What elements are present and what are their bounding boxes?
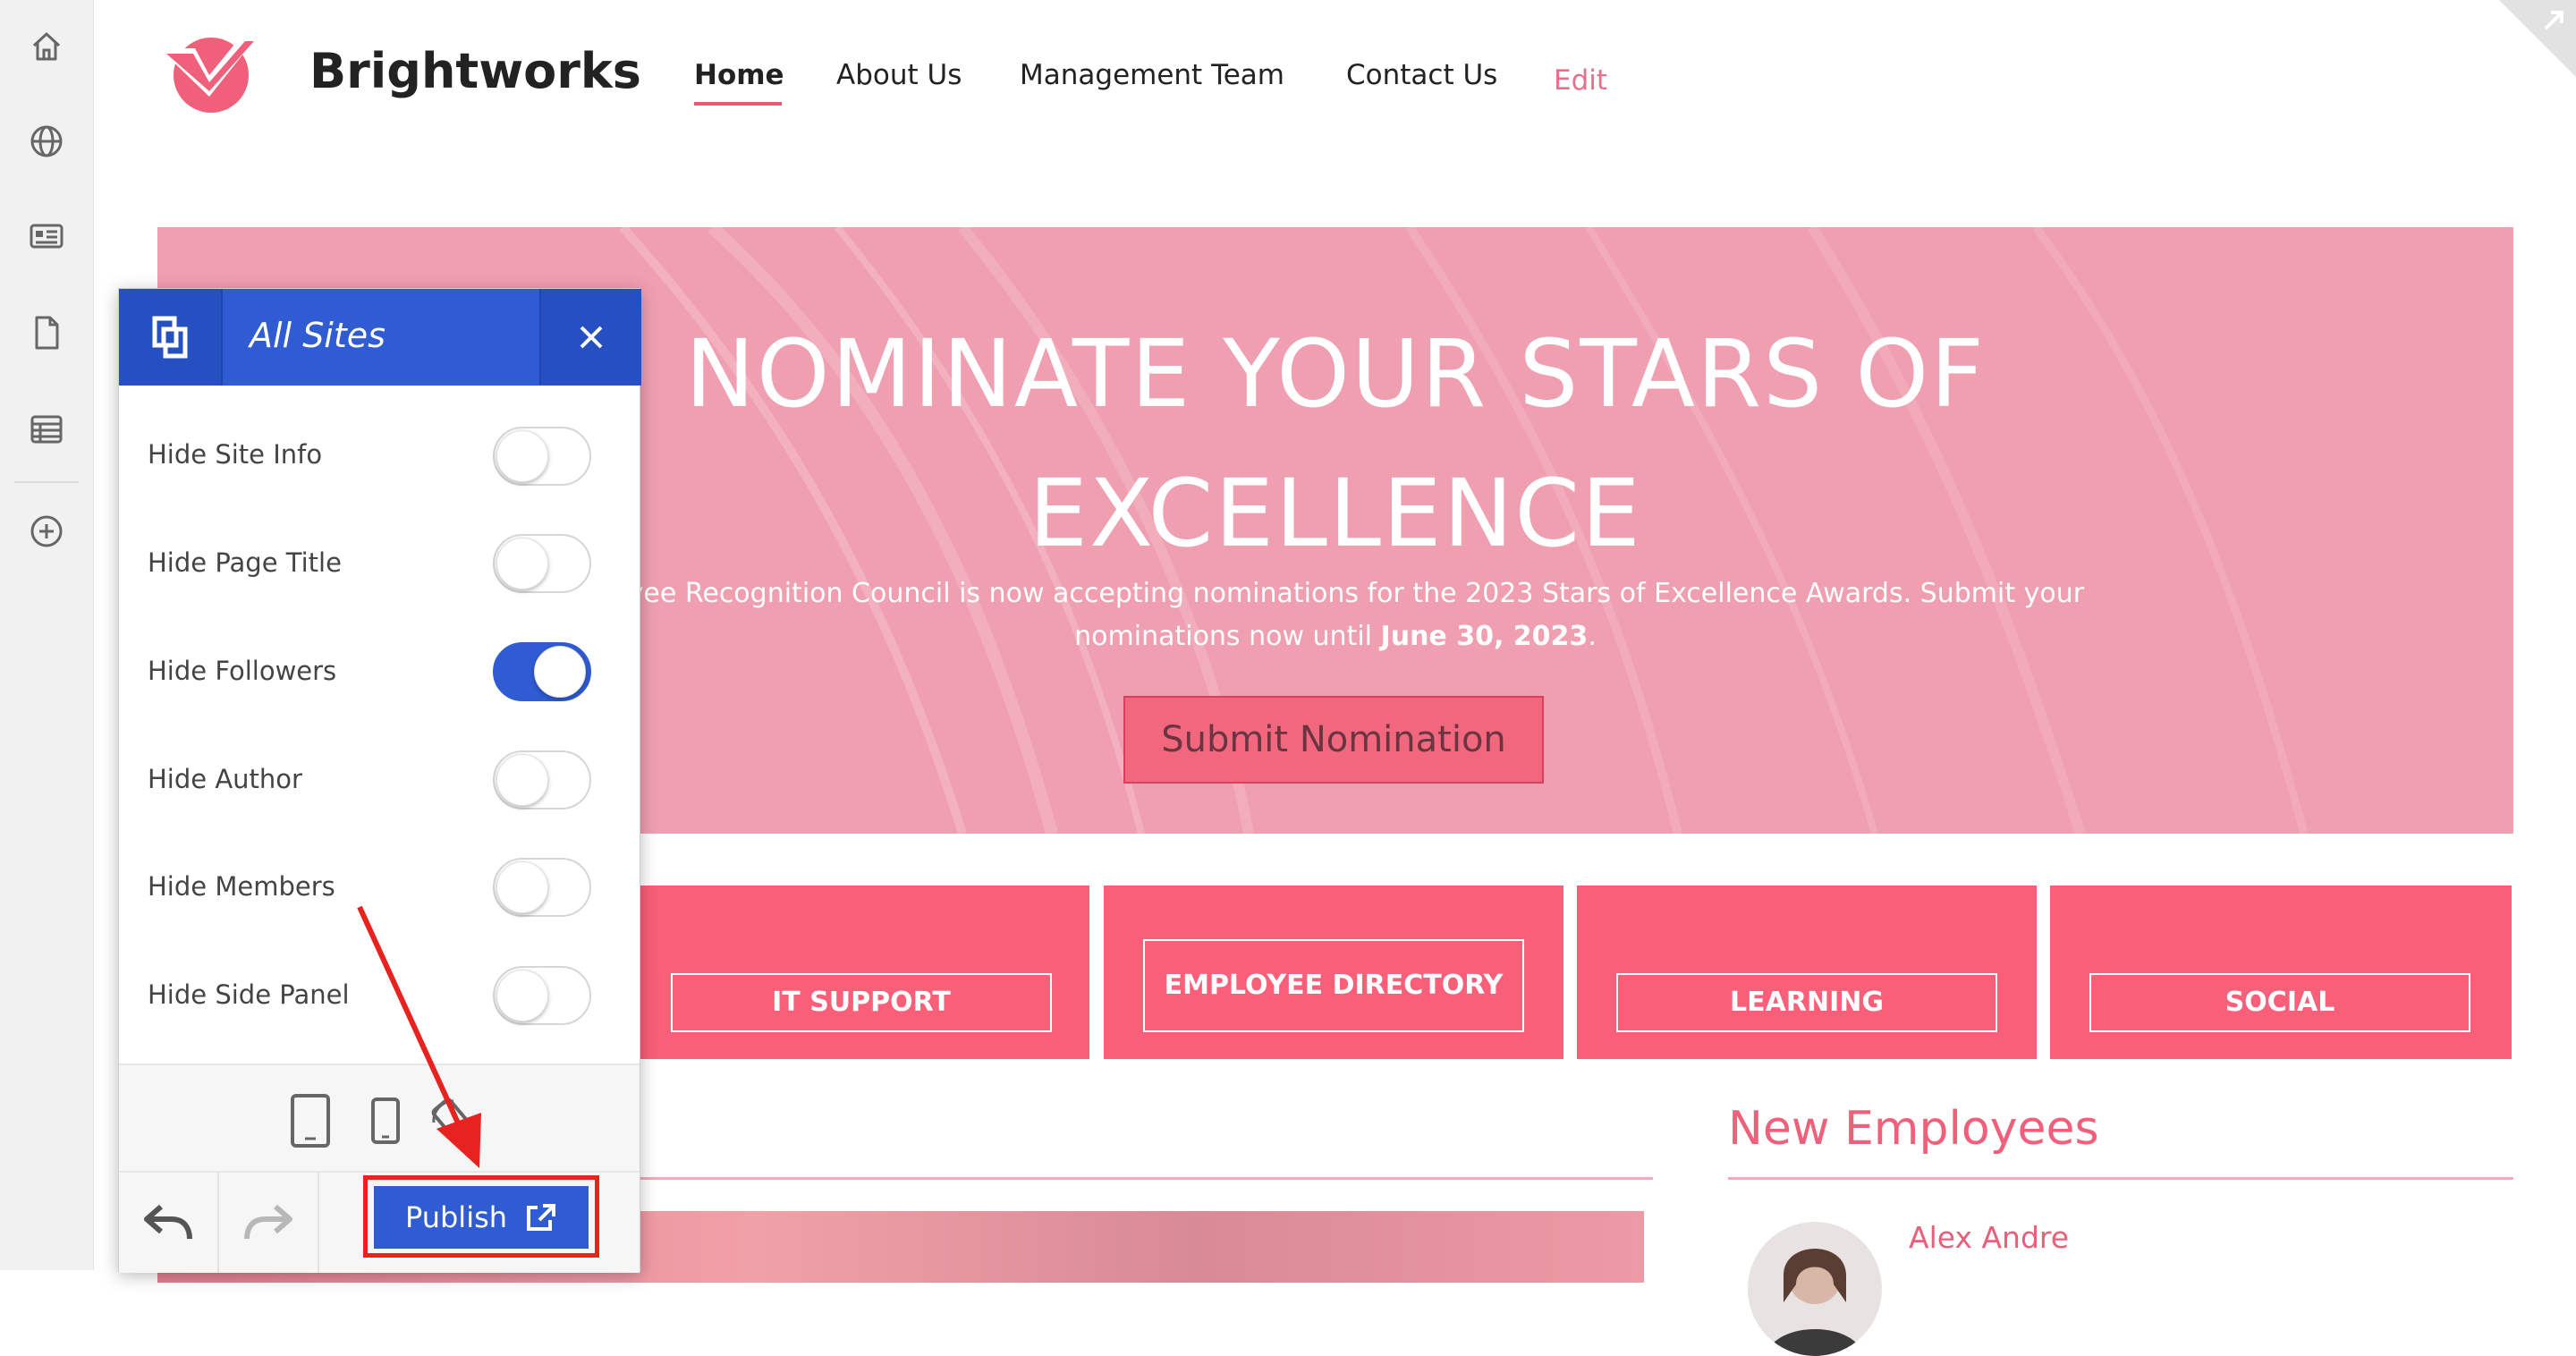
content-divider bbox=[626, 1177, 1653, 1180]
tile-button-it-support[interactable]: IT SUPPORT bbox=[671, 973, 1052, 1032]
option-label-hide-site-info: Hide Site Info bbox=[148, 439, 323, 470]
hero-deadline: June 30, 2023 bbox=[1380, 621, 1589, 652]
add-icon[interactable] bbox=[25, 510, 68, 553]
option-label-hide-side-panel: Hide Side Panel bbox=[148, 979, 350, 1010]
site-settings-panel: All Sites Hide Site Info Hide Page Title… bbox=[118, 288, 641, 1273]
option-label-hide-members: Hide Members bbox=[148, 871, 335, 902]
toggle-hide-site-info[interactable] bbox=[493, 427, 591, 486]
option-label-hide-author: Hide Author bbox=[148, 764, 302, 794]
panel-logo-icon bbox=[119, 289, 223, 386]
toggle-hide-author[interactable] bbox=[493, 750, 591, 809]
nav-active-indicator bbox=[694, 102, 782, 106]
phone-icon[interactable] bbox=[362, 1092, 409, 1149]
nav-management-team[interactable]: Management Team bbox=[1020, 59, 1284, 91]
left-rail bbox=[0, 0, 94, 1270]
toggle-hide-followers[interactable] bbox=[493, 642, 591, 701]
publish-label: Publish bbox=[404, 1200, 508, 1234]
panel-header: All Sites bbox=[119, 289, 641, 386]
new-employees-divider bbox=[1728, 1177, 2513, 1180]
close-icon[interactable] bbox=[539, 289, 641, 386]
nav-edit-link[interactable]: Edit bbox=[1554, 64, 1607, 97]
nav-home[interactable]: Home bbox=[694, 59, 784, 91]
rotate-icon[interactable] bbox=[427, 1092, 473, 1149]
nav-contact-us[interactable]: Contact Us bbox=[1346, 59, 1497, 91]
undo-icon[interactable] bbox=[119, 1173, 219, 1273]
option-label-hide-followers: Hide Followers bbox=[148, 656, 337, 686]
tile-social[interactable]: SOCIAL bbox=[2050, 886, 2512, 1059]
publish-button[interactable]: Publish bbox=[374, 1186, 589, 1249]
new-employees-title: New Employees bbox=[1728, 1102, 2099, 1156]
tablet-icon[interactable] bbox=[287, 1092, 334, 1149]
site-name[interactable]: Brightworks bbox=[309, 43, 641, 99]
toggle-hide-page-title[interactable] bbox=[493, 534, 591, 593]
external-link-icon bbox=[527, 1204, 556, 1231]
home-icon[interactable] bbox=[25, 25, 68, 68]
nav-about-us[interactable]: About Us bbox=[836, 59, 962, 91]
site-logo[interactable] bbox=[154, 25, 265, 118]
tile-it-support[interactable]: IT SUPPORT bbox=[626, 886, 1089, 1059]
option-label-hide-page-title: Hide Page Title bbox=[148, 547, 342, 578]
resize-corner-icon[interactable] bbox=[2499, 0, 2576, 77]
employee-name[interactable]: Alex Andre bbox=[1909, 1220, 2069, 1255]
tile-employee-directory[interactable]: EMPLOYEE DIRECTORY bbox=[1104, 886, 1563, 1059]
hero-text-end: . bbox=[1588, 621, 1597, 652]
tile-button-learning[interactable]: LEARNING bbox=[1616, 973, 1997, 1032]
globe-icon[interactable] bbox=[25, 120, 68, 163]
panel-title: All Sites bbox=[250, 316, 386, 355]
tile-button-social[interactable]: SOCIAL bbox=[2089, 973, 2470, 1032]
tile-button-employee-directory[interactable]: EMPLOYEE DIRECTORY bbox=[1143, 939, 1524, 1032]
redo-icon[interactable] bbox=[219, 1173, 319, 1273]
document-icon[interactable] bbox=[25, 311, 68, 354]
table-icon[interactable] bbox=[25, 408, 68, 451]
toggle-hide-side-panel[interactable] bbox=[493, 966, 591, 1025]
news-icon[interactable] bbox=[25, 215, 68, 258]
submit-nomination-button[interactable]: Submit Nomination bbox=[1123, 696, 1544, 784]
tile-learning[interactable]: LEARNING bbox=[1577, 886, 2037, 1059]
hero-text-part: nominations now until bbox=[1074, 621, 1381, 652]
rail-divider bbox=[14, 481, 79, 483]
employee-avatar[interactable] bbox=[1748, 1222, 1882, 1356]
device-preview-bar bbox=[119, 1064, 640, 1173]
toggle-hide-members[interactable] bbox=[493, 858, 591, 917]
